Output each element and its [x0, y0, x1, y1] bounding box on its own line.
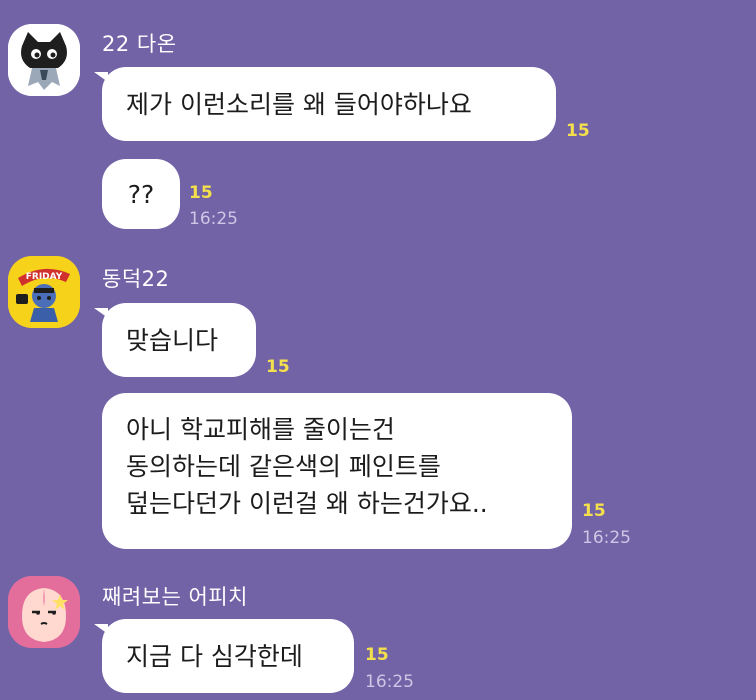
message-bubble[interactable]: 제가 이런소리를 왜 들어야하나요: [102, 67, 556, 141]
message-bubble[interactable]: 지금 다 심각한데: [102, 619, 354, 693]
kakao-friday-avatar-icon: FRIDAY: [8, 256, 80, 328]
message-bubble[interactable]: 맞습니다: [102, 303, 256, 377]
message-text: ??: [127, 179, 155, 209]
message-text: 제가 이런소리를 왜 들어야하나요: [126, 89, 472, 119]
message-time: 16:25: [189, 209, 238, 229]
message-text: 아니 학교피해를 줄이는건 동의하는데 같은색의 페인트를 덮는다던가 이런걸 …: [126, 415, 488, 518]
unread-count: 15: [266, 357, 290, 377]
avatar[interactable]: FRIDAY: [8, 256, 80, 328]
message-time: 16:25: [365, 672, 414, 692]
message-text: 지금 다 심각한데: [126, 641, 303, 671]
kakao-apeach-avatar-icon: [8, 576, 80, 648]
svg-text:FRIDAY: FRIDAY: [26, 272, 63, 282]
avatar[interactable]: [8, 24, 80, 96]
sender-name: 22 다온: [102, 32, 177, 56]
message-text: 맞습니다: [126, 325, 219, 355]
sender-name: 동덕22: [102, 267, 170, 291]
kakao-cat-avatar-icon: [8, 24, 80, 96]
sender-name: 째려보는 어피치: [102, 585, 248, 609]
message-bubble[interactable]: 아니 학교피해를 줄이는건 동의하는데 같은색의 페인트를 덮는다던가 이런걸 …: [102, 393, 572, 549]
unread-count: 15: [582, 501, 606, 521]
unread-count: 15: [365, 645, 389, 665]
message-bubble[interactable]: ??: [102, 159, 180, 229]
message-time: 16:25: [582, 528, 631, 548]
unread-count: 15: [189, 183, 213, 203]
avatar[interactable]: [8, 576, 80, 648]
unread-count: 15: [566, 121, 590, 141]
